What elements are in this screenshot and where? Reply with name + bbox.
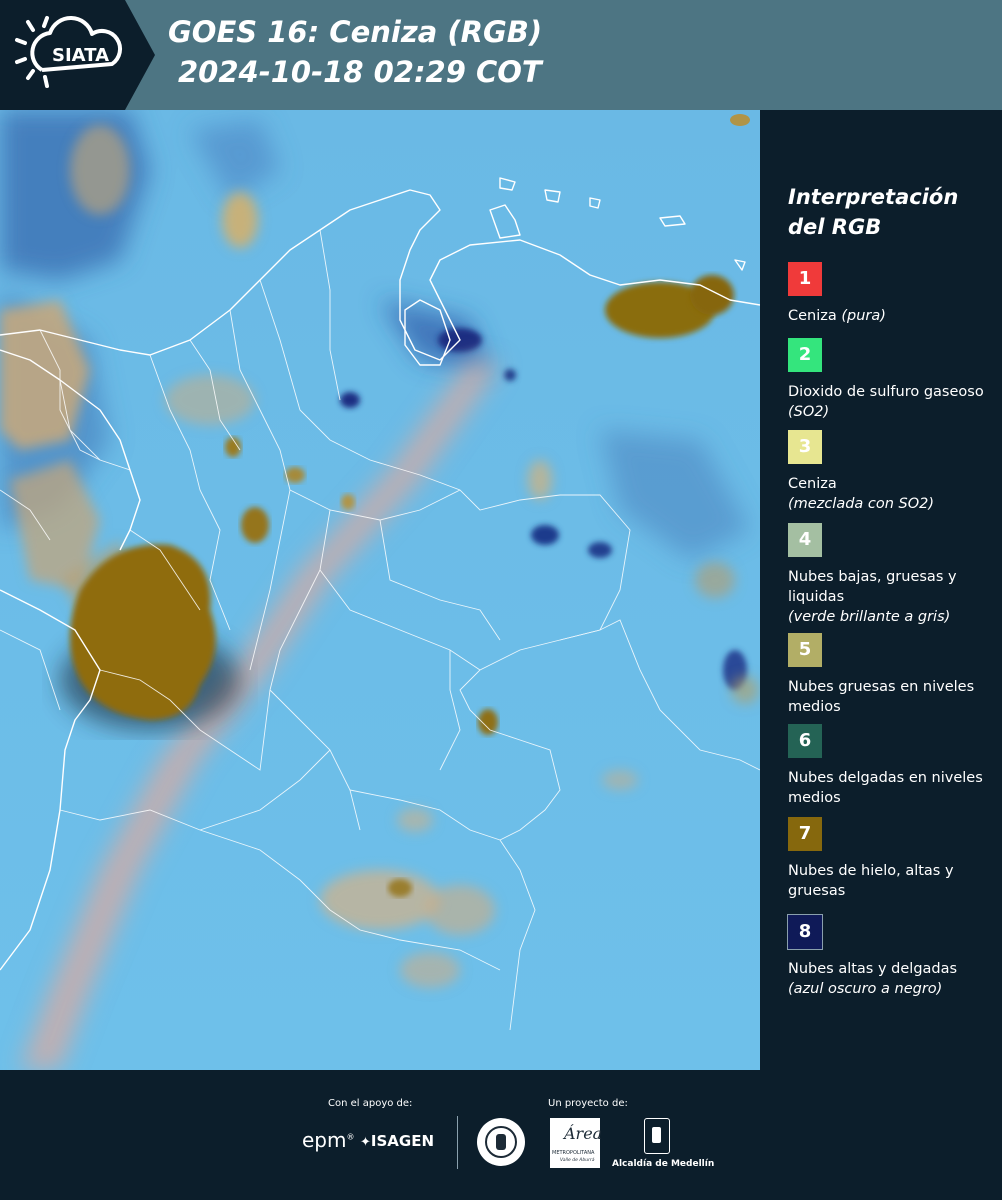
legend-item: 8 Nubes altas y delgadas (azul oscuro a n…: [787, 914, 1000, 999]
footer-divider: [457, 1116, 458, 1169]
seal-logo: [477, 1118, 525, 1166]
legend-label: Nubes altas y delgadas (azul oscuro a neg…: [788, 961, 958, 997]
legend-label: Dioxido de sulfuro gaseoso (SO2): [788, 384, 984, 420]
legend-item: 1 Ceniza (pura): [788, 262, 1000, 326]
legend-swatch: 7: [788, 817, 822, 851]
legend-label: Nubes delgadas en niveles medios: [788, 770, 983, 806]
medellin-shield-icon: [644, 1118, 670, 1154]
legend-label: Ceniza (pura): [788, 308, 886, 324]
legend-swatch: 6: [788, 724, 822, 758]
legend-item: 7 Nubes de hielo, altas y gruesas: [788, 817, 1000, 901]
legend-item: 3 Ceniza (mezclada con SO2): [788, 430, 1000, 514]
legend-swatch: 4: [788, 523, 822, 557]
legend-item: 5 Nubes gruesas en niveles medios: [788, 633, 1000, 717]
footer-bar: Con el apoyo de: Un proyecto de: epm® ✦I…: [0, 1070, 1002, 1200]
legend-panel: Interpretación del RGB 1 Ceniza (pura) 2…: [760, 110, 1002, 1070]
project-label: Un proyecto de:: [548, 1098, 628, 1109]
medellin-logo-text: Alcaldía de Medellín: [612, 1159, 715, 1169]
legend-item: 2 Dioxido de sulfuro gaseoso (SO2): [788, 338, 1000, 422]
support-label: Con el apoyo de:: [328, 1098, 413, 1109]
title-line1: GOES 16: Ceniza (RGB): [168, 15, 543, 49]
isagen-logo: ✦ISAGEN: [360, 1132, 435, 1150]
legend-swatch: 1: [788, 262, 822, 296]
header-bar: SIATA GOES 16: Ceniza (RGB) 2024-10-18 0…: [0, 0, 1002, 110]
legend-swatch: 3: [788, 430, 822, 464]
legend-item: 4 Nubes bajas, gruesas y liquidas (verde …: [788, 523, 1000, 627]
legend-label: Nubes bajas, gruesas y liquidas (verde br…: [788, 569, 957, 625]
legend-title: Interpretación del RGB: [788, 185, 959, 239]
satellite-map: [0, 110, 760, 1070]
legend-label: Ceniza (mezclada con SO2): [788, 476, 935, 512]
title-line2: 2024-10-18 02:29 COT: [178, 55, 542, 89]
legend-swatch: 5: [788, 633, 822, 667]
legend-swatch: 8: [787, 914, 823, 950]
siata-logo: SIATA: [0, 0, 155, 110]
legend-swatch: 2: [788, 338, 822, 372]
svg-text:SIATA: SIATA: [52, 45, 109, 66]
legend-item: 6 Nubes delgadas en niveles medios: [788, 724, 1000, 808]
epm-logo: epm®: [302, 1128, 355, 1152]
legend-label: Nubes de hielo, altas y gruesas: [788, 863, 954, 899]
area-metropolitana-logo: Área METROPOLITANA Valle de Aburrá: [550, 1118, 602, 1168]
legend-label: Nubes gruesas en niveles medios: [788, 679, 975, 715]
